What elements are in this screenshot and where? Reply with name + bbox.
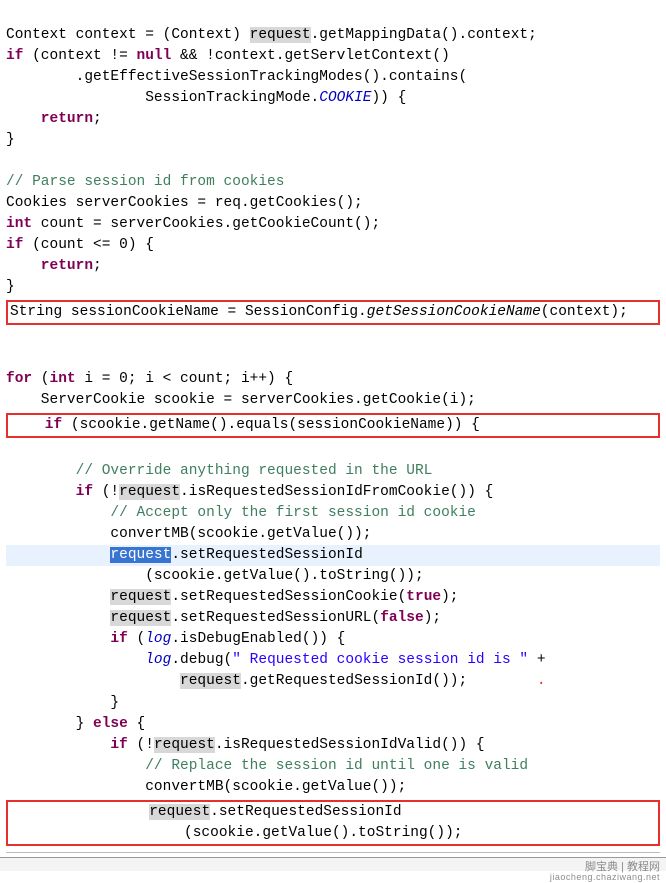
highlighted-box-session-cookie-name: String sessionCookieName = SessionConfig… [6, 300, 660, 325]
code-line: (scookie.getValue().toString()); [6, 568, 424, 584]
code-block: for (int i = 0; i < count; i++) { Server… [6, 327, 660, 411]
code-line: if (count <= 0) { [6, 237, 154, 253]
code-line: String sessionCookieName = SessionConfig… [10, 304, 628, 320]
code-line: request.setRequestedSessionId [10, 804, 402, 820]
code-line: // Override anything requested in the UR… [6, 463, 432, 479]
watermark-title: 脚宝典 | 教程网 [550, 862, 660, 874]
code-line: SessionTrackingMode.COOKIE)) { [6, 90, 406, 106]
divider [6, 852, 660, 853]
code-line: if (scookie.getName().equals(sessionCook… [10, 417, 480, 433]
code-line: if (context != null && !context.getServl… [6, 48, 450, 64]
code-line: // Parse session id from cookies [6, 174, 284, 190]
code-line: Cookies serverCookies = req.getCookies()… [6, 195, 363, 211]
code-line: convertMB(scookie.getValue()); [6, 779, 406, 795]
code-line: if (!request.isRequestedSessionIdValid()… [6, 737, 485, 753]
code-line-current: request.setRequestedSessionId [6, 545, 660, 566]
code-line: int count = serverCookies.getCookieCount… [6, 216, 380, 232]
code-line: } [6, 132, 15, 148]
code-line: // Accept only the first session id cook… [6, 505, 476, 521]
code-line: request.setRequestedSessionURL(false); [6, 610, 441, 626]
code-line: if (log.isDebugEnabled()) { [6, 631, 345, 647]
code-line: convertMB(scookie.getValue()); [6, 526, 371, 542]
code-line: for (int i = 0; i < count; i++) { [6, 371, 293, 387]
code-block: // Override anything requested in the UR… [6, 440, 660, 797]
code-line: ServerCookie scookie = serverCookies.get… [6, 392, 476, 408]
code-line: } [6, 695, 119, 711]
code-line: (scookie.getValue().toString()); [10, 825, 462, 841]
code-line: .getEffectiveSessionTrackingModes().cont… [6, 69, 467, 85]
watermark-url: jiaocheng.chaziwang.net [550, 873, 660, 882]
code-block: Context context = (Context) request.getM… [6, 4, 660, 298]
code-line: } [6, 279, 15, 295]
watermark: 脚宝典 | 教程网 jiaocheng.chaziwang.net [550, 862, 660, 883]
code-line: request.getRequestedSessionId()); . [6, 673, 546, 689]
code-line: return; [6, 258, 102, 274]
code-line: Context context = (Context) request.getM… [6, 27, 537, 43]
code-line: if (!request.isRequestedSessionIdFromCoo… [6, 484, 493, 500]
code-line: request.setRequestedSessionCookie(true); [6, 589, 459, 605]
highlighted-box-set-requested-session-id: request.setRequestedSessionId (scookie.g… [6, 800, 660, 846]
code-line: log.debug(" Requested cookie session id … [6, 652, 546, 668]
highlighted-box-if-scookie-equals: if (scookie.getName().equals(sessionCook… [6, 413, 660, 438]
code-line: } else { [6, 716, 145, 732]
code-line: return; [6, 111, 102, 127]
